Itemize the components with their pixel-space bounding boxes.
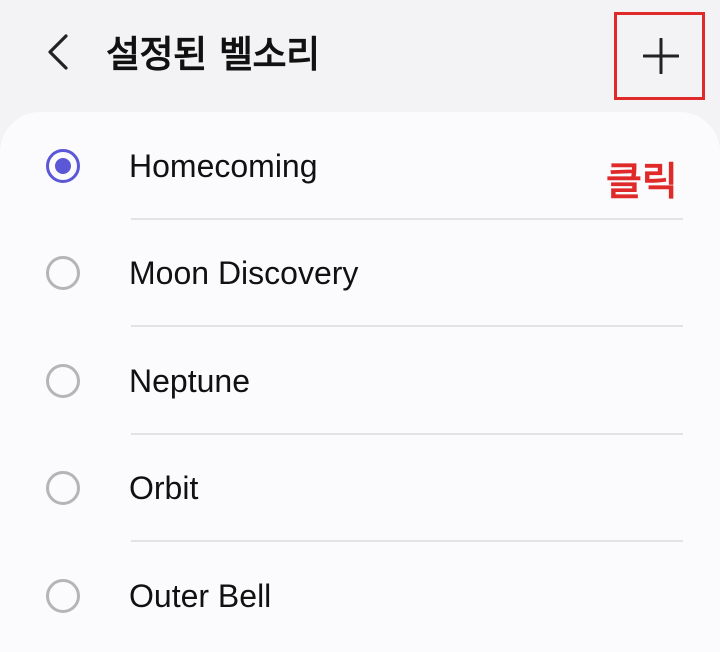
ringtone-label: Moon Discovery <box>129 255 359 291</box>
ringtone-label: Neptune <box>129 363 250 399</box>
ringtone-item-neptune[interactable]: Neptune <box>0 327 720 435</box>
app-header: 설정된 벨소리 <box>0 0 720 112</box>
ringtone-label: Outer Bell <box>129 578 272 614</box>
radio-button[interactable] <box>46 471 80 505</box>
radio-button[interactable] <box>46 364 80 398</box>
ringtone-item-orbit[interactable]: Orbit <box>0 435 720 543</box>
click-annotation-label: 클릭 <box>606 160 678 205</box>
page-title: 설정된 벨소리 <box>106 33 320 76</box>
ringtone-label: Orbit <box>129 470 199 506</box>
radio-button[interactable] <box>46 256 80 290</box>
radio-button[interactable] <box>46 579 80 613</box>
plus-icon <box>643 38 679 74</box>
ringtone-label: Homecoming <box>129 148 318 184</box>
ringtone-item-outer-bell[interactable]: Outer Bell <box>0 542 720 650</box>
chevron-left-icon <box>48 34 68 70</box>
ringtone-item-moon-discovery[interactable]: Moon Discovery <box>0 220 720 328</box>
radio-button-selected[interactable] <box>46 149 80 183</box>
back-button[interactable] <box>38 30 82 74</box>
add-ringtone-button[interactable] <box>614 12 705 100</box>
